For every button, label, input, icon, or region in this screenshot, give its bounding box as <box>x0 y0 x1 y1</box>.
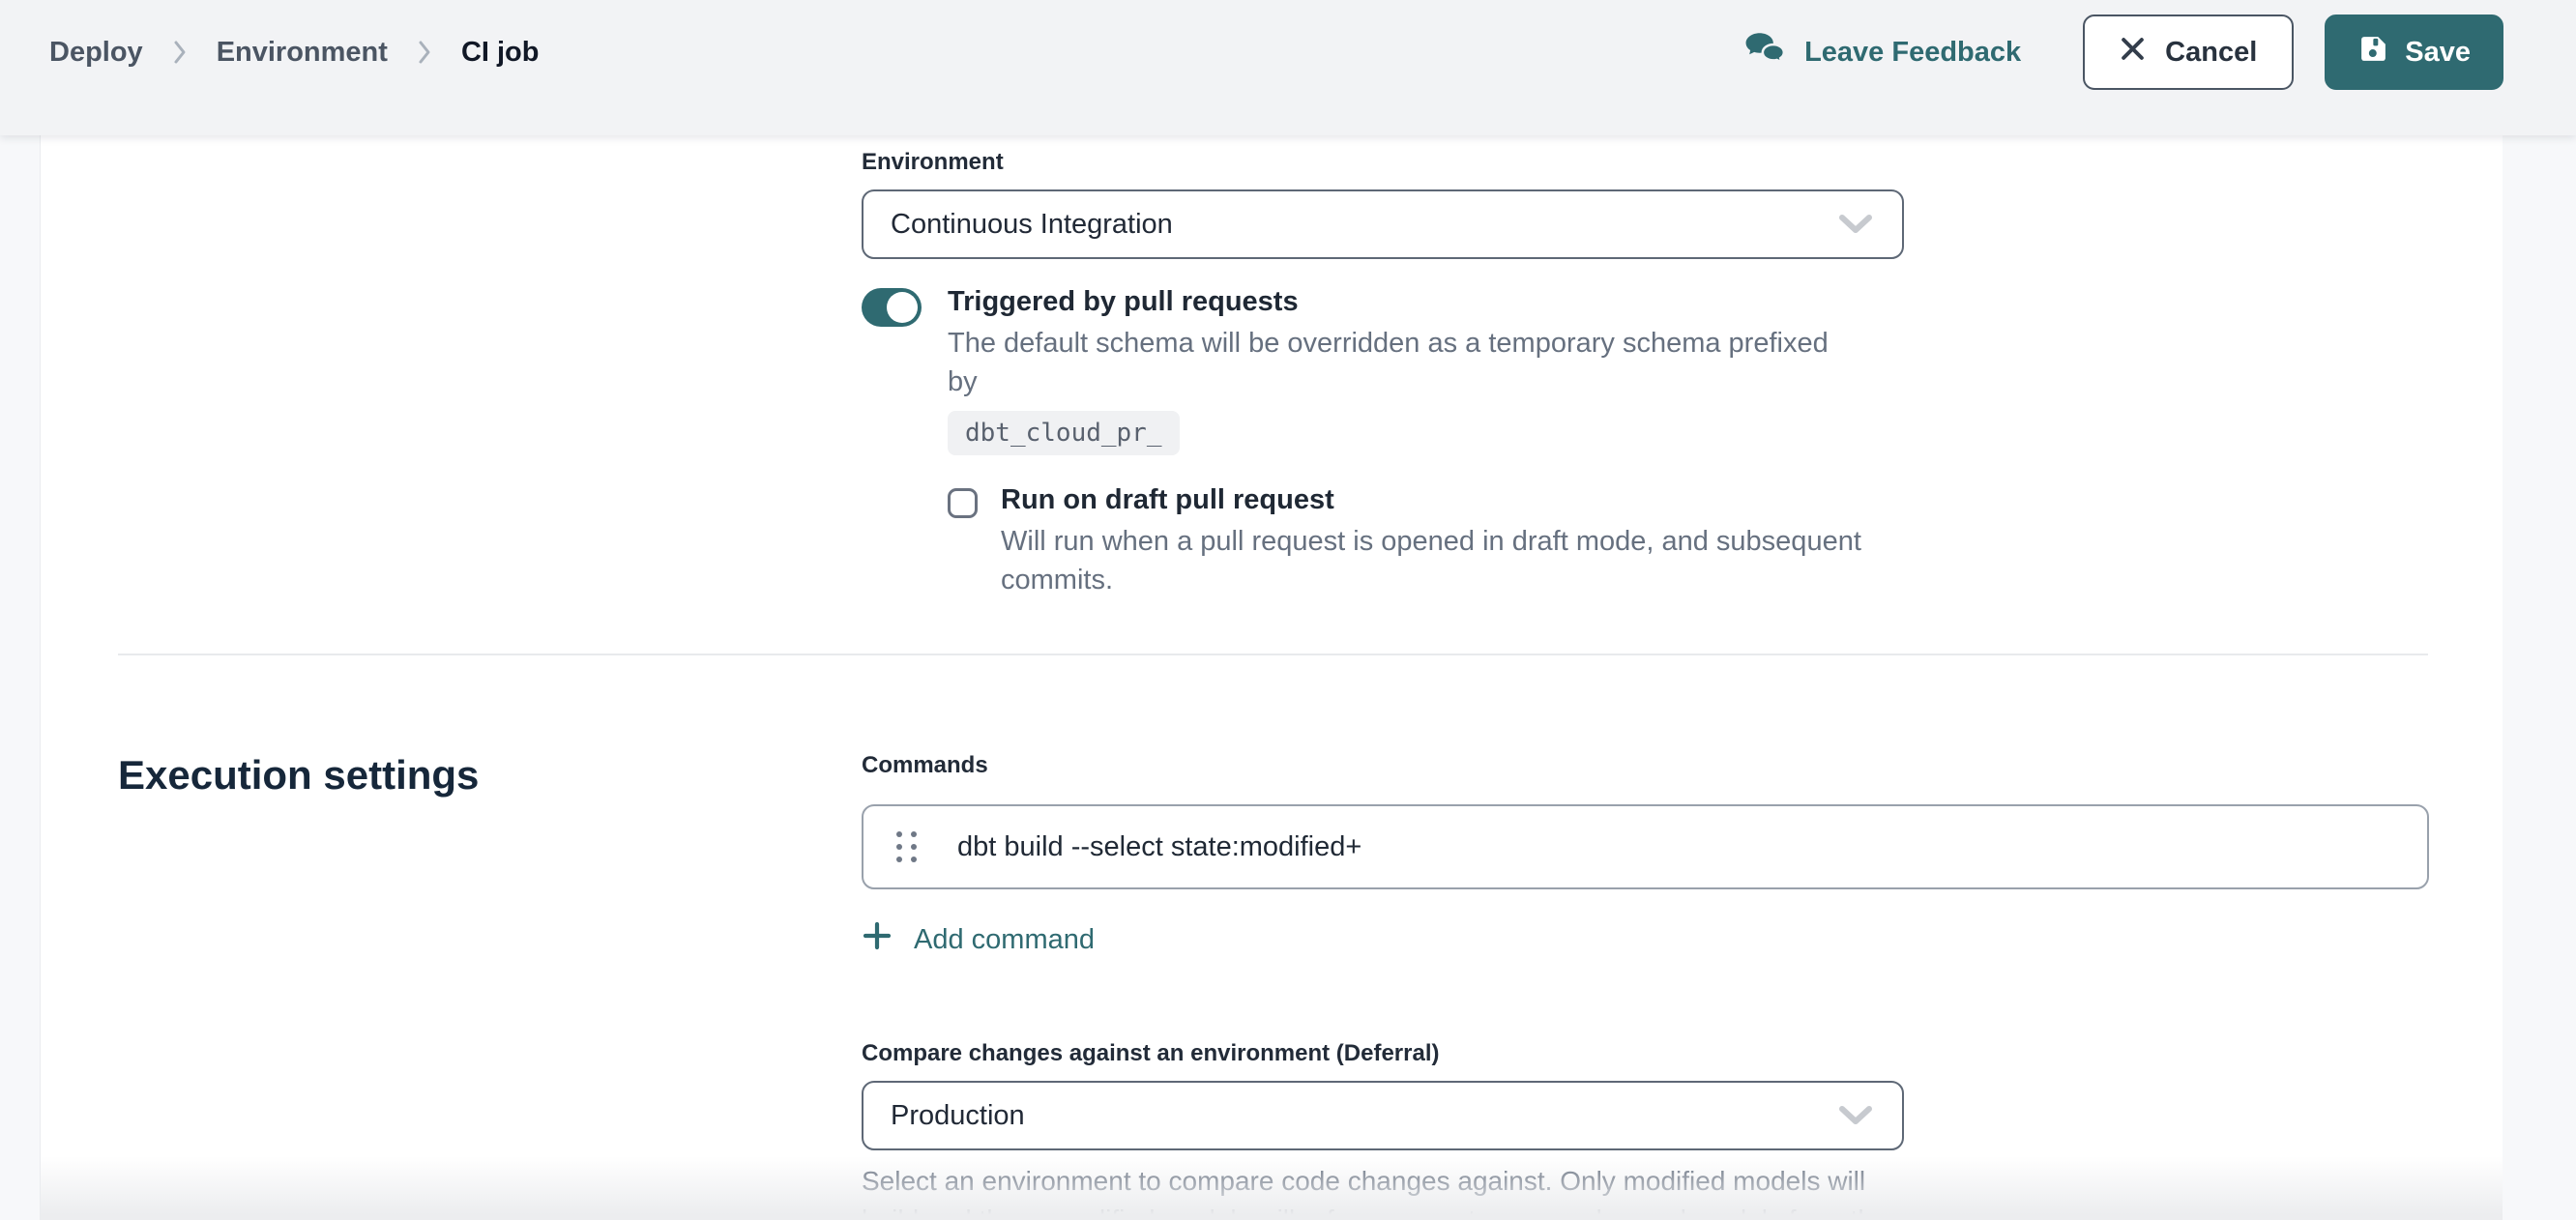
draft-pr-content: Run on draft pull request Will run when … <box>1001 484 1910 599</box>
header-actions: Leave Feedback Cancel Save <box>1744 15 2503 90</box>
leave-feedback-link[interactable]: Leave Feedback <box>1744 30 2021 74</box>
save-disk-icon <box>2357 33 2389 73</box>
header-bar: Deploy Environment CI job Leave Feedback… <box>0 0 2576 135</box>
breadcrumb-deploy[interactable]: Deploy <box>49 37 143 69</box>
draft-pr-description: Will run when a pull request is opened i… <box>1001 522 1910 599</box>
breadcrumb-environment[interactable]: Environment <box>217 37 388 69</box>
command-value: dbt build --select state:modified+ <box>957 831 1361 863</box>
pr-trigger-toggle[interactable] <box>862 288 922 327</box>
environment-select-value: Continuous Integration <box>891 209 1173 241</box>
trigger-settings-section: Environment Continuous Integration Trigg… <box>41 135 2503 599</box>
execution-settings-left: Execution settings <box>118 752 862 1220</box>
toggle-knob <box>887 292 918 323</box>
draft-pr-checkbox[interactable] <box>948 488 978 518</box>
execution-settings-section: Execution settings Commands dbt build --… <box>41 655 2503 1220</box>
execution-settings-fields: Commands dbt build --select state:modifi… <box>862 752 2429 1220</box>
chevron-right-icon <box>417 39 432 66</box>
commands-label: Commands <box>862 752 2429 779</box>
pr-trigger-description: The default schema will be overridden as… <box>948 324 1857 401</box>
breadcrumb: Deploy Environment CI job <box>49 37 539 69</box>
chevron-right-icon <box>172 39 188 66</box>
leave-feedback-label: Leave Feedback <box>1804 37 2021 69</box>
breadcrumb-ci-job: CI job <box>461 37 540 69</box>
environment-select[interactable]: Continuous Integration <box>862 189 1904 259</box>
job-settings-panel: Environment Continuous Integration Trigg… <box>40 135 2503 1220</box>
drag-handle-icon[interactable] <box>893 826 921 868</box>
chevron-down-icon <box>1836 1104 1875 1127</box>
deferral-select-value: Production <box>891 1100 1025 1132</box>
pr-trigger-row: Triggered by pull requests The default s… <box>862 286 2503 599</box>
feedback-bubbles-icon <box>1744 30 1787 74</box>
deferral-help-text: Select an environment to compare code ch… <box>862 1162 1904 1220</box>
deferral-label: Compare changes against an environment (… <box>862 1040 2429 1067</box>
command-input-row[interactable]: dbt build --select state:modified+ <box>862 804 2429 889</box>
close-icon <box>2120 36 2146 70</box>
save-button[interactable]: Save <box>2325 15 2503 90</box>
pr-trigger-title: Triggered by pull requests <box>948 286 1910 318</box>
execution-settings-heading: Execution settings <box>118 752 862 799</box>
pr-trigger-content: Triggered by pull requests The default s… <box>948 286 1910 599</box>
cancel-label: Cancel <box>2165 37 2257 69</box>
cancel-button[interactable]: Cancel <box>2083 15 2294 90</box>
chevron-down-icon <box>1836 213 1875 236</box>
draft-pr-row: Run on draft pull request Will run when … <box>948 484 1910 599</box>
plus-icon <box>862 920 893 959</box>
add-command-label: Add command <box>914 924 1095 956</box>
draft-pr-title: Run on draft pull request <box>1001 484 1910 516</box>
add-command-button[interactable]: Add command <box>862 920 1095 959</box>
deferral-select[interactable]: Production <box>862 1081 1904 1150</box>
schema-prefix-code: dbt_cloud_pr_ <box>948 411 1180 455</box>
save-label: Save <box>2405 37 2471 69</box>
environment-label: Environment <box>862 149 2503 176</box>
